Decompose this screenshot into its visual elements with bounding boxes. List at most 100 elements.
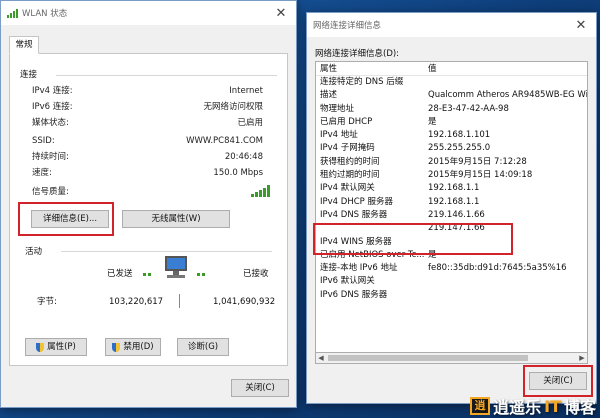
property-cell: 获得租约的时间 xyxy=(320,156,380,167)
value-cell: 2015年9月15日 7:12:28 xyxy=(428,156,527,167)
wlan-status-window: WLAN 状态 ✕ 常规 连接 IPv4 连接: Internet IPv6 连… xyxy=(0,0,297,408)
sent-activity-icon xyxy=(143,269,161,277)
bytes-received-value: 1,041,690,932 xyxy=(213,297,276,307)
property-cell: IPv4 DHCP 服务器 xyxy=(320,196,393,207)
activity-divider xyxy=(61,251,272,252)
info-row: 媒体状态: 已启用 xyxy=(32,116,263,130)
details-list-label: 网络连接详细信息(D): xyxy=(315,49,400,59)
list-item[interactable]: 已启用 NetBIOS over Tc... 是 xyxy=(316,249,587,262)
property-cell: 连接特定的 DNS 后缀 xyxy=(320,77,404,87)
bytes-label: 字节: xyxy=(37,297,57,307)
watermark-text-suffix: 博客 xyxy=(563,398,596,417)
list-item[interactable]: 连接特定的 DNS 后缀 xyxy=(316,76,587,89)
disable-button[interactable]: 禁用(D) xyxy=(105,338,161,356)
watermark-text: 逍遥乐 xyxy=(493,398,542,417)
media-state-value: 已启用 xyxy=(237,118,263,128)
scroll-left-icon[interactable]: ◀ xyxy=(316,353,326,363)
received-activity-icon xyxy=(197,269,215,277)
speed-label: 速度: xyxy=(32,168,52,178)
list-item[interactable]: IPv4 DNS 服务器 219.146.1.66 xyxy=(316,209,587,222)
property-cell: IPv6 DNS 服务器 xyxy=(320,289,388,300)
ipv6-connectivity-label: IPv6 连接: xyxy=(32,102,73,112)
value-cell: 192.168.1.1 xyxy=(428,183,480,194)
tab-strip: 常规 xyxy=(9,36,288,54)
list-item[interactable]: 219.147.1.66 xyxy=(316,222,587,235)
list-item[interactable]: IPv4 默认网关 192.168.1.1 xyxy=(316,182,587,195)
wireless-properties-button[interactable]: 无线属性(W) xyxy=(122,210,230,228)
ipv4-connectivity-value: Internet xyxy=(229,86,263,96)
scroll-right-icon[interactable]: ▶ xyxy=(577,353,587,363)
details-titlebar: 网络连接详细信息 ✕ xyxy=(307,13,596,37)
list-item[interactable]: 物理地址 28-E3-47-42-AA-98 xyxy=(316,103,587,116)
close-icon[interactable]: ✕ xyxy=(566,18,596,33)
details-button[interactable]: 详细信息(E)... xyxy=(31,210,109,228)
value-cell xyxy=(424,76,587,89)
network-computer-icon xyxy=(161,256,191,280)
list-item[interactable]: IPv6 默认网关 xyxy=(316,275,587,288)
value-cell: fe80::35db:d91d:7645:5a35%16 xyxy=(428,263,567,274)
value-cell xyxy=(424,236,587,249)
list-item[interactable]: 连接-本地 IPv6 地址 fe80::35db:d91d:7645:5a35%1… xyxy=(316,262,587,275)
value-cell: Qualcomm Atheros AR9485WB-EG Wire xyxy=(428,90,587,101)
connection-divider xyxy=(56,75,277,76)
property-cell xyxy=(316,222,424,235)
property-cell: IPv4 DNS 服务器 xyxy=(320,209,388,220)
wlan-close-button[interactable]: 关闭(C) xyxy=(231,379,289,397)
value-cell: 255.255.255.0 xyxy=(428,143,491,154)
column-header-value[interactable]: 值 xyxy=(424,62,587,75)
site-watermark: 逍 逍遥乐 IT 博客 xyxy=(470,395,596,417)
duration-label: 持续时间: xyxy=(32,152,69,162)
property-cell: 连接-本地 IPv6 地址 xyxy=(320,263,398,274)
scrollbar-thumb[interactable] xyxy=(328,355,528,361)
list-item[interactable]: IPv4 子网掩码 255.255.255.0 xyxy=(316,142,587,155)
info-row: 持续时间: 20:46:48 xyxy=(32,150,263,164)
value-cell: 192.168.1.101 xyxy=(428,130,491,141)
property-cell: 已启用 NetBIOS over Tc... xyxy=(320,249,424,260)
info-row: 速度: 150.0 Mbps xyxy=(32,166,263,180)
property-cell: IPv4 子网掩码 xyxy=(320,143,375,154)
wlan-titlebar: WLAN 状态 ✕ xyxy=(1,1,296,25)
value-cell: 是 xyxy=(428,116,437,127)
network-details-window: 网络连接详细信息 ✕ 网络连接详细信息(D): 属性 值 连接特定的 DNS 后… xyxy=(306,12,597,404)
property-cell: IPv4 地址 xyxy=(320,130,358,141)
details-close-button[interactable]: 关闭(C) xyxy=(529,372,587,390)
list-item[interactable]: IPv6 DNS 服务器 xyxy=(316,289,587,302)
wlan-window-title: WLAN 状态 xyxy=(22,9,68,19)
close-icon[interactable]: ✕ xyxy=(266,6,296,21)
signal-row: 信号质量: xyxy=(32,185,263,199)
value-cell: 是 xyxy=(428,249,437,260)
bytes-sent-value: 103,220,617 xyxy=(109,297,164,307)
list-item[interactable]: 描述 Qualcomm Atheros AR9485WB-EG Wire xyxy=(316,89,587,102)
details-listview[interactable]: 属性 值 连接特定的 DNS 后缀 描述 Qualcomm Atheros AR94… xyxy=(315,61,588,353)
list-item[interactable]: IPv4 DHCP 服务器 192.168.1.1 xyxy=(316,196,587,209)
value-cell: 28-E3-47-42-AA-98 xyxy=(428,103,509,114)
list-item[interactable]: 获得租约的时间 2015年9月15日 7:12:28 xyxy=(316,156,587,169)
list-item[interactable]: IPv4 地址 192.168.1.101 xyxy=(316,129,587,142)
tab-general[interactable]: 常规 xyxy=(9,36,39,54)
value-cell: 219.146.1.66 xyxy=(428,209,485,220)
property-cell: 描述 xyxy=(320,90,338,101)
list-item[interactable]: 已启用 DHCP 是 xyxy=(316,116,587,129)
ssid-value: WWW.PC841.COM xyxy=(186,136,263,146)
uac-shield-icon xyxy=(36,342,45,352)
ipv4-connectivity-label: IPv4 连接: xyxy=(32,86,73,96)
properties-button-label: 属性(P) xyxy=(47,342,76,352)
disable-button-label: 禁用(D) xyxy=(123,342,154,352)
properties-button[interactable]: 属性(P) xyxy=(25,338,87,356)
property-cell: IPv4 WINS 服务器 xyxy=(320,236,392,247)
media-state-label: 媒体状态: xyxy=(32,118,69,128)
property-cell: IPv4 默认网关 xyxy=(320,183,375,194)
connection-section-title: 连接 xyxy=(20,70,38,80)
value-cell: 2015年9月15日 14:09:18 xyxy=(428,170,533,181)
value-cell: 192.168.1.1 xyxy=(428,196,480,207)
list-item[interactable]: IPv4 WINS 服务器 xyxy=(316,236,587,249)
horizontal-scrollbar[interactable]: ◀ ▶ xyxy=(315,353,588,364)
property-cell: IPv6 默认网关 xyxy=(320,276,375,287)
diagnose-button[interactable]: 诊断(G) xyxy=(177,338,229,356)
column-header-property[interactable]: 属性 xyxy=(316,62,424,75)
value-cell xyxy=(424,289,587,302)
list-item[interactable]: 租约过期的时间 2015年9月15日 14:09:18 xyxy=(316,169,587,182)
property-cell: 已启用 DHCP xyxy=(320,116,373,127)
received-label: 已接收 xyxy=(243,269,269,279)
watermark-it-text: IT xyxy=(544,396,561,416)
